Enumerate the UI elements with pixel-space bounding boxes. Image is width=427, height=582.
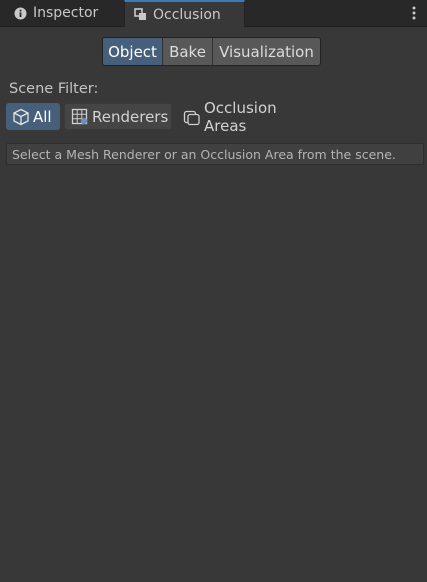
tab-inspector-label: Inspector (33, 5, 99, 21)
tab-bar: Inspector Occlusion (0, 0, 427, 27)
scene-filter-label: Scene Filter: (9, 81, 99, 97)
filter-renderers-label: Renderers (92, 107, 169, 126)
object-mode-button[interactable]: Object (103, 38, 163, 65)
occlusion-area-icon (183, 108, 201, 126)
filter-occlusion-areas-button[interactable]: Occlusion Areas (177, 99, 327, 135)
bake-mode-button[interactable]: Bake (163, 38, 213, 65)
filter-all-button[interactable]: All (6, 103, 60, 130)
tab-inspector[interactable]: Inspector (0, 0, 122, 26)
occlusion-window-icon (134, 8, 147, 21)
filter-occlusion-areas-label: Occlusion Areas (204, 98, 277, 135)
tab-occlusion-label: Occlusion (153, 6, 221, 23)
kebab-menu-icon[interactable] (409, 4, 419, 22)
cube-icon (12, 108, 30, 126)
occlusion-window: Inspector Occlusion Object Bake Visualiz… (0, 0, 427, 582)
info-message: Select a Mesh Renderer or an Occlusion A… (6, 143, 424, 165)
filter-all-label: All (33, 107, 52, 126)
mesh-grid-icon (71, 108, 89, 126)
info-icon (14, 7, 27, 20)
visualization-mode-button[interactable]: Visualization (213, 38, 320, 65)
filter-renderers-button[interactable]: Renderers (64, 103, 172, 130)
mode-toolbar: Object Bake Visualization (102, 37, 321, 66)
tab-occlusion[interactable]: Occlusion (124, 0, 245, 27)
